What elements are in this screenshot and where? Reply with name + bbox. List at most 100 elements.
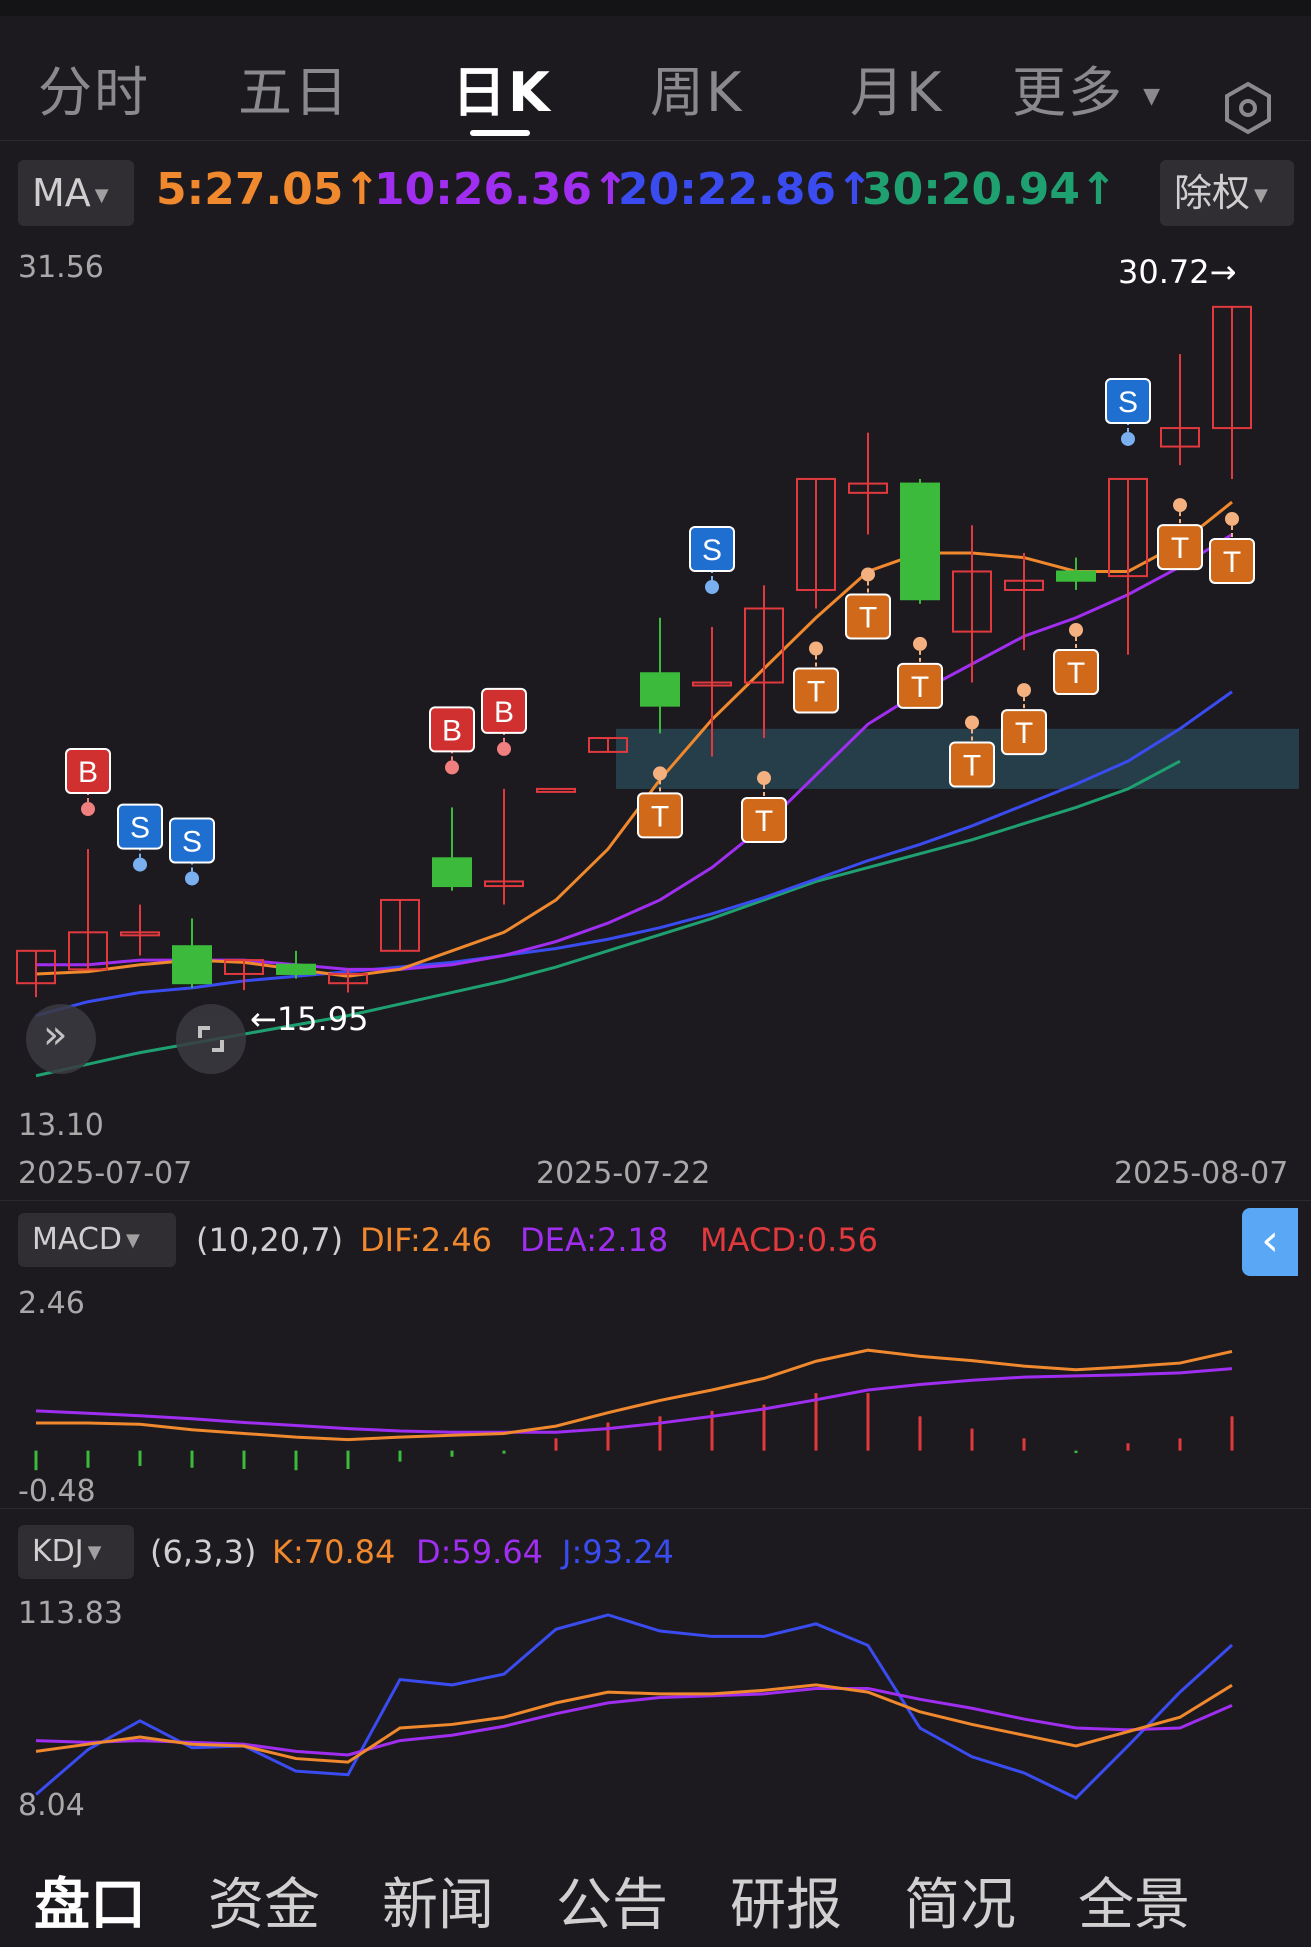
ma-selector[interactable]: MA ▼ — [18, 160, 134, 226]
tab-monthly-k[interactable]: 月K — [850, 48, 943, 127]
chevron-down-icon: ▼ — [87, 1541, 102, 1563]
ma5-value: 5:27.05↑ — [156, 164, 381, 215]
kdj-selector-label: KDJ — [32, 1534, 84, 1569]
signal-label: T — [1015, 717, 1033, 750]
expand-sidebar-button[interactable]: » — [26, 1004, 96, 1074]
date-label-end: 2025-08-07 — [1114, 1156, 1289, 1191]
dea-line — [35, 1367, 1233, 1434]
signal-label: T — [1171, 532, 1189, 565]
tab-daily-k[interactable]: 日K — [452, 48, 552, 127]
signal-label: S — [130, 812, 150, 845]
settings-hexagon-icon[interactable] — [1218, 78, 1278, 138]
tab-more-label: 更多 — [1012, 61, 1124, 124]
signal-label: T — [807, 675, 825, 708]
kdj-d: D:59.64 — [416, 1533, 544, 1571]
signal-label: B — [442, 714, 462, 747]
chevron-down-icon: ▼ — [125, 1229, 140, 1251]
chevron-down-icon: ▼ — [94, 184, 109, 206]
signal-dot — [913, 636, 927, 651]
signal-dot — [809, 641, 823, 656]
macd-chart — [34, 1348, 1234, 1471]
signal-dot — [1017, 683, 1031, 698]
double-chevron-right-icon: » — [43, 1012, 68, 1058]
signal-label: S — [1118, 386, 1138, 419]
macd-axis-top: 2.46 — [18, 1286, 85, 1321]
candle-body — [900, 482, 940, 601]
macd-params: (10,20,7) — [196, 1221, 344, 1259]
nav-research[interactable]: 研报 — [730, 1860, 842, 1941]
tab-intraday[interactable]: 分时 — [38, 48, 150, 127]
signal-label: T — [963, 750, 981, 783]
candle-body — [536, 787, 576, 793]
date-label-start: 2025-07-07 — [18, 1156, 193, 1191]
macd-axis-bottom: -0.48 — [18, 1474, 96, 1509]
signal-dot — [445, 760, 459, 775]
kdj-params: (6,3,3) — [150, 1533, 257, 1571]
candle-body — [432, 857, 472, 888]
tab-weekly-k[interactable]: 周K — [650, 48, 743, 127]
macd-selector-label: MACD — [32, 1222, 122, 1257]
adjust-selector[interactable]: 除权 ▼ — [1160, 160, 1294, 226]
signal-dot — [1069, 622, 1083, 637]
fullscreen-icon — [198, 1026, 224, 1052]
signal-label: T — [755, 805, 773, 838]
nav-handicap[interactable]: 盘口 — [34, 1860, 146, 1941]
nav-profile[interactable]: 简况 — [904, 1860, 1016, 1941]
signal-label: B — [78, 756, 98, 789]
adjust-selector-label: 除权 — [1174, 171, 1251, 215]
active-tab-indicator — [470, 130, 530, 136]
macd-value: MACD:0.56 — [700, 1221, 878, 1259]
signal-dot — [653, 766, 667, 781]
signal-label: T — [1067, 657, 1085, 690]
signal-label: T — [859, 601, 877, 634]
nav-funds[interactable]: 资金 — [208, 1860, 320, 1941]
ma10-value: 10:26.36↑ — [374, 164, 629, 215]
kdj-axis-top: 113.83 — [18, 1596, 123, 1631]
signal-dot — [133, 857, 147, 872]
signal-dot — [861, 567, 875, 582]
macd-dea: DEA:2.18 — [520, 1221, 669, 1259]
price-axis-bottom: 13.10 — [18, 1108, 104, 1143]
signal-label: B — [494, 696, 514, 729]
chevron-down-icon: ▼ — [1143, 83, 1163, 109]
fullscreen-button[interactable] — [176, 1004, 246, 1074]
ma20-value: 20:22.86↑ — [618, 164, 873, 215]
candle-body — [172, 945, 212, 985]
ma30-value: 30:20.94↑ — [862, 164, 1117, 215]
signal-dot — [1121, 431, 1135, 446]
nav-news[interactable]: 新闻 — [382, 1860, 494, 1941]
nav-announcements[interactable]: 公告 — [556, 1860, 668, 1941]
low-price-label: ←15.95 — [250, 1000, 369, 1038]
chevron-left-icon: ‹ — [1261, 1215, 1279, 1266]
date-label-mid: 2025-07-22 — [536, 1156, 711, 1191]
signal-dot — [965, 715, 979, 730]
ma-selector-label: MA — [32, 171, 91, 215]
signal-dot — [1173, 498, 1187, 513]
kdj-selector[interactable]: KDJ ▼ — [18, 1525, 134, 1579]
candle-body — [1056, 570, 1096, 582]
signal-dot — [185, 871, 199, 886]
signal-label: T — [651, 800, 669, 833]
candle-body — [276, 963, 316, 975]
candle-body — [640, 672, 680, 707]
price-axis-top: 31.56 — [18, 250, 104, 285]
bottom-nav: 盘口 资金 新闻 公告 研报 简况 全景 — [0, 1830, 1311, 1947]
period-tabs: 分时 五日 日K 周K 月K 更多 ▼ — [0, 28, 1311, 141]
kdj-chart — [35, 1613, 1234, 1800]
tab-five-day[interactable]: 五日 — [238, 48, 350, 127]
signal-label: T — [911, 671, 929, 704]
macd-selector[interactable]: MACD ▼ — [18, 1213, 176, 1267]
collapse-panel-button[interactable]: ‹ — [1242, 1208, 1298, 1276]
tab-more[interactable]: 更多 ▼ — [1012, 48, 1162, 127]
signal-label: S — [702, 534, 722, 567]
signal-dot — [757, 771, 771, 786]
signal-label: T — [1223, 546, 1241, 579]
signal-dot — [705, 579, 719, 594]
kdj-k: K:70.84 — [272, 1533, 396, 1571]
kdj-j-line — [35, 1613, 1234, 1800]
nav-panorama[interactable]: 全景 — [1078, 1860, 1190, 1941]
high-price-label: 30.72→ — [1118, 253, 1237, 291]
signal-dot — [1225, 511, 1239, 526]
kdj-axis-bottom: 8.04 — [18, 1788, 85, 1823]
kdj-j: J:93.24 — [562, 1533, 674, 1571]
